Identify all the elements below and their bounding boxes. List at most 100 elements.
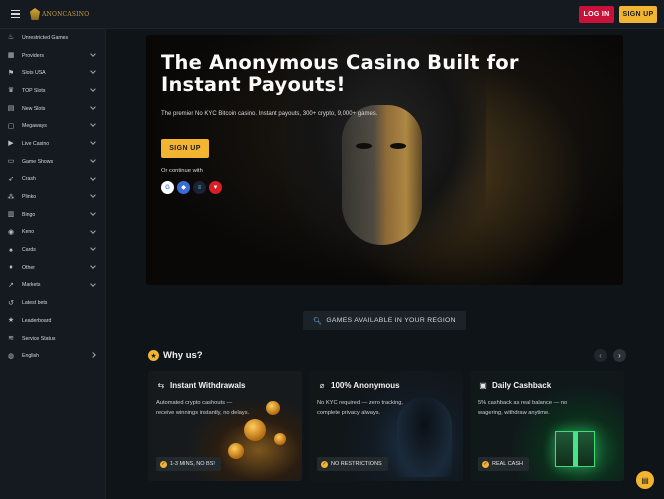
sidebar-item-cards[interactable]: ♠ Cards: [0, 241, 105, 259]
sidebar-item-game-shows[interactable]: ▭ Game Shows: [0, 153, 105, 171]
sidebar-item-label: Other: [22, 264, 35, 271]
slot-icon: ▤: [7, 105, 15, 113]
sidebar-item-megaways[interactable]: ▢ Megaways: [0, 117, 105, 135]
hero-subtitle: The premier No KYC Bitcoin casino. Insta…: [161, 111, 378, 117]
chevron-down-icon[interactable]: [90, 280, 96, 287]
chevron-down-icon[interactable]: [90, 68, 96, 75]
feature-card-withdrawals[interactable]: ⇆ Instant Withdrawals Automated crypto c…: [148, 371, 302, 481]
check-icon: ✓: [482, 460, 489, 468]
ethereum-icon[interactable]: ◆: [177, 181, 190, 194]
feature-card-anonymous[interactable]: ⌀ 100% Anonymous No KYC required — zero …: [309, 371, 463, 481]
sidebar-item-label: Game Shows: [22, 158, 54, 165]
login-button[interactable]: LOG IN: [579, 5, 614, 23]
check-icon: ✓: [321, 460, 328, 468]
region-games-button[interactable]: 🔍︎ GAMES AVAILABLE IN YOUR REGION: [303, 311, 466, 330]
sidebar-item-unrestricted-games[interactable]: ♨ Unrestricted Games: [0, 29, 105, 47]
chevron-down-icon[interactable]: [90, 227, 96, 234]
sidebar-item-label: Crash: [22, 176, 36, 183]
sidebar-item-keno[interactable]: ◉ Keno: [0, 224, 105, 242]
chevron-down-icon[interactable]: [90, 121, 96, 128]
flag-icon: ⚑: [7, 69, 15, 77]
sidebar-item-label: Megaways: [22, 123, 47, 130]
card-description: No KYC required — zero tracking, complet…: [317, 400, 403, 416]
card-badge-label: REAL CASH: [492, 461, 523, 467]
card-description: Automated crypto cashouts — receive winn…: [156, 400, 250, 416]
square-icon: ▢: [7, 122, 15, 130]
chevron-down-icon[interactable]: [90, 263, 96, 269]
region-games-label: GAMES AVAILABLE IN YOUR REGION: [326, 317, 456, 324]
sidebar-item-service-status[interactable]: ≋ Service Status: [0, 330, 105, 348]
sidebar-item-label: English: [22, 353, 40, 360]
chevron-down-icon[interactable]: [90, 156, 96, 163]
sidebar-item-bingo[interactable]: ▥ Bingo: [0, 206, 105, 224]
sidebar-item-crash[interactable]: ➶ Crash: [0, 171, 105, 189]
sidebar-item-latest-bets[interactable]: ↺ Latest bets: [0, 294, 105, 312]
sidebar-item-label: Markets: [22, 282, 41, 289]
tron-icon[interactable]: ▼: [209, 181, 222, 194]
card-title: Daily Cashback: [492, 380, 552, 390]
chevron-down-icon[interactable]: [90, 192, 96, 199]
sidebar-item-top-slots[interactable]: ♛ TOP Slots: [0, 82, 105, 100]
chevron-down-icon[interactable]: [90, 210, 96, 216]
logo[interactable]: ANONCASINO: [30, 8, 89, 20]
chat-support-button[interactable]: ▤: [636, 471, 654, 489]
withdraw-icon: ⇆: [157, 380, 165, 390]
feature-card-cashback[interactable]: ▣ Daily Cashback 5% cashback as real bal…: [470, 371, 624, 481]
sidebar-item-label: Plinko: [22, 194, 37, 201]
why-us-heading: ★ Why us?: [148, 350, 203, 361]
chevron-down-icon[interactable]: [90, 86, 96, 92]
sidebar-item-label: New Slots: [22, 105, 46, 112]
chevron-down-icon[interactable]: [90, 103, 96, 110]
live-icon: ▶: [8, 140, 14, 148]
sidebar-item-english[interactable]: ◍ English: [0, 347, 105, 365]
top-bar: ANONCASINO LOG IN SIGN UP: [0, 0, 664, 29]
why-us-title: Why us?: [163, 350, 203, 361]
sidebar-item-label: TOP Slots: [22, 87, 46, 94]
mask-image: [342, 105, 422, 245]
carousel-prev-button[interactable]: ‹: [594, 349, 607, 362]
sidebar-item-label: Providers: [22, 52, 44, 59]
hero-banner: The Anonymous Casino Built for Instant P…: [146, 35, 623, 285]
sidebar-item-leaderboard[interactable]: ★ Leaderboard: [0, 312, 105, 330]
card-title: Instant Withdrawals: [170, 380, 246, 390]
solana-icon[interactable]: ≡: [193, 181, 206, 194]
chevron-right-icon[interactable]: [90, 352, 96, 359]
sidebar-item-markets[interactable]: ↗ Markets: [0, 277, 105, 295]
card-badge-label: NO RESTRICTIONS: [331, 461, 382, 467]
sidebar-item-live-casino[interactable]: ▶ Live Casino: [0, 135, 105, 153]
keno-icon: ◉: [7, 228, 15, 236]
chart-icon: ↗: [8, 281, 14, 289]
carousel-next-button[interactable]: ›: [613, 349, 626, 362]
chevron-down-icon[interactable]: [90, 50, 96, 57]
chevron-down-icon[interactable]: [90, 139, 96, 145]
sidebar-item-plinko[interactable]: ⁂ Plinko: [0, 188, 105, 206]
hero-title: The Anonymous Casino Built for Instant P…: [161, 51, 519, 96]
google-icon[interactable]: G: [161, 181, 174, 194]
sidebar-item-other[interactable]: ♦ Other: [0, 259, 105, 277]
card-badge: ✓ 1-3 MINS, NO BS!: [156, 457, 221, 471]
card-badge: ✓ REAL CASH: [478, 457, 529, 471]
history-icon: ↺: [8, 299, 14, 307]
card-title: 100% Anonymous: [331, 380, 400, 390]
chevron-down-icon[interactable]: [90, 245, 96, 252]
sidebar-item-label: Service Status: [22, 335, 56, 342]
status-icon: ≋: [8, 335, 14, 343]
hero-signup-button[interactable]: SIGN UP: [161, 139, 209, 158]
sidebar-item-new-slots[interactable]: ▤ New Slots: [0, 100, 105, 118]
sidebar-item-label: Bingo: [22, 211, 36, 218]
sidebar-item-label: Latest bets: [22, 300, 48, 307]
card-badge: ✓ NO RESTRICTIONS: [317, 457, 388, 471]
chevron-down-icon[interactable]: [90, 174, 96, 181]
signup-button[interactable]: SIGN UP: [619, 5, 657, 23]
sidebar-item-providers[interactable]: ▦ Providers: [0, 47, 105, 65]
social-login-list: G ◆ ≡ ▼: [161, 181, 222, 194]
sidebar-item-label: Live Casino: [22, 140, 50, 147]
sidebar-item-slots-usa[interactable]: ⚑ Slots USA: [0, 64, 105, 82]
star-icon: ★: [148, 350, 159, 361]
gift-box-image: [555, 431, 595, 467]
star-icon: ★: [7, 317, 15, 325]
incognito-icon: ⌀: [319, 380, 325, 390]
card-badge-label: 1-3 MINS, NO BS!: [170, 461, 215, 467]
spade-icon: ♦: [9, 264, 13, 272]
menu-icon[interactable]: [6, 4, 26, 24]
